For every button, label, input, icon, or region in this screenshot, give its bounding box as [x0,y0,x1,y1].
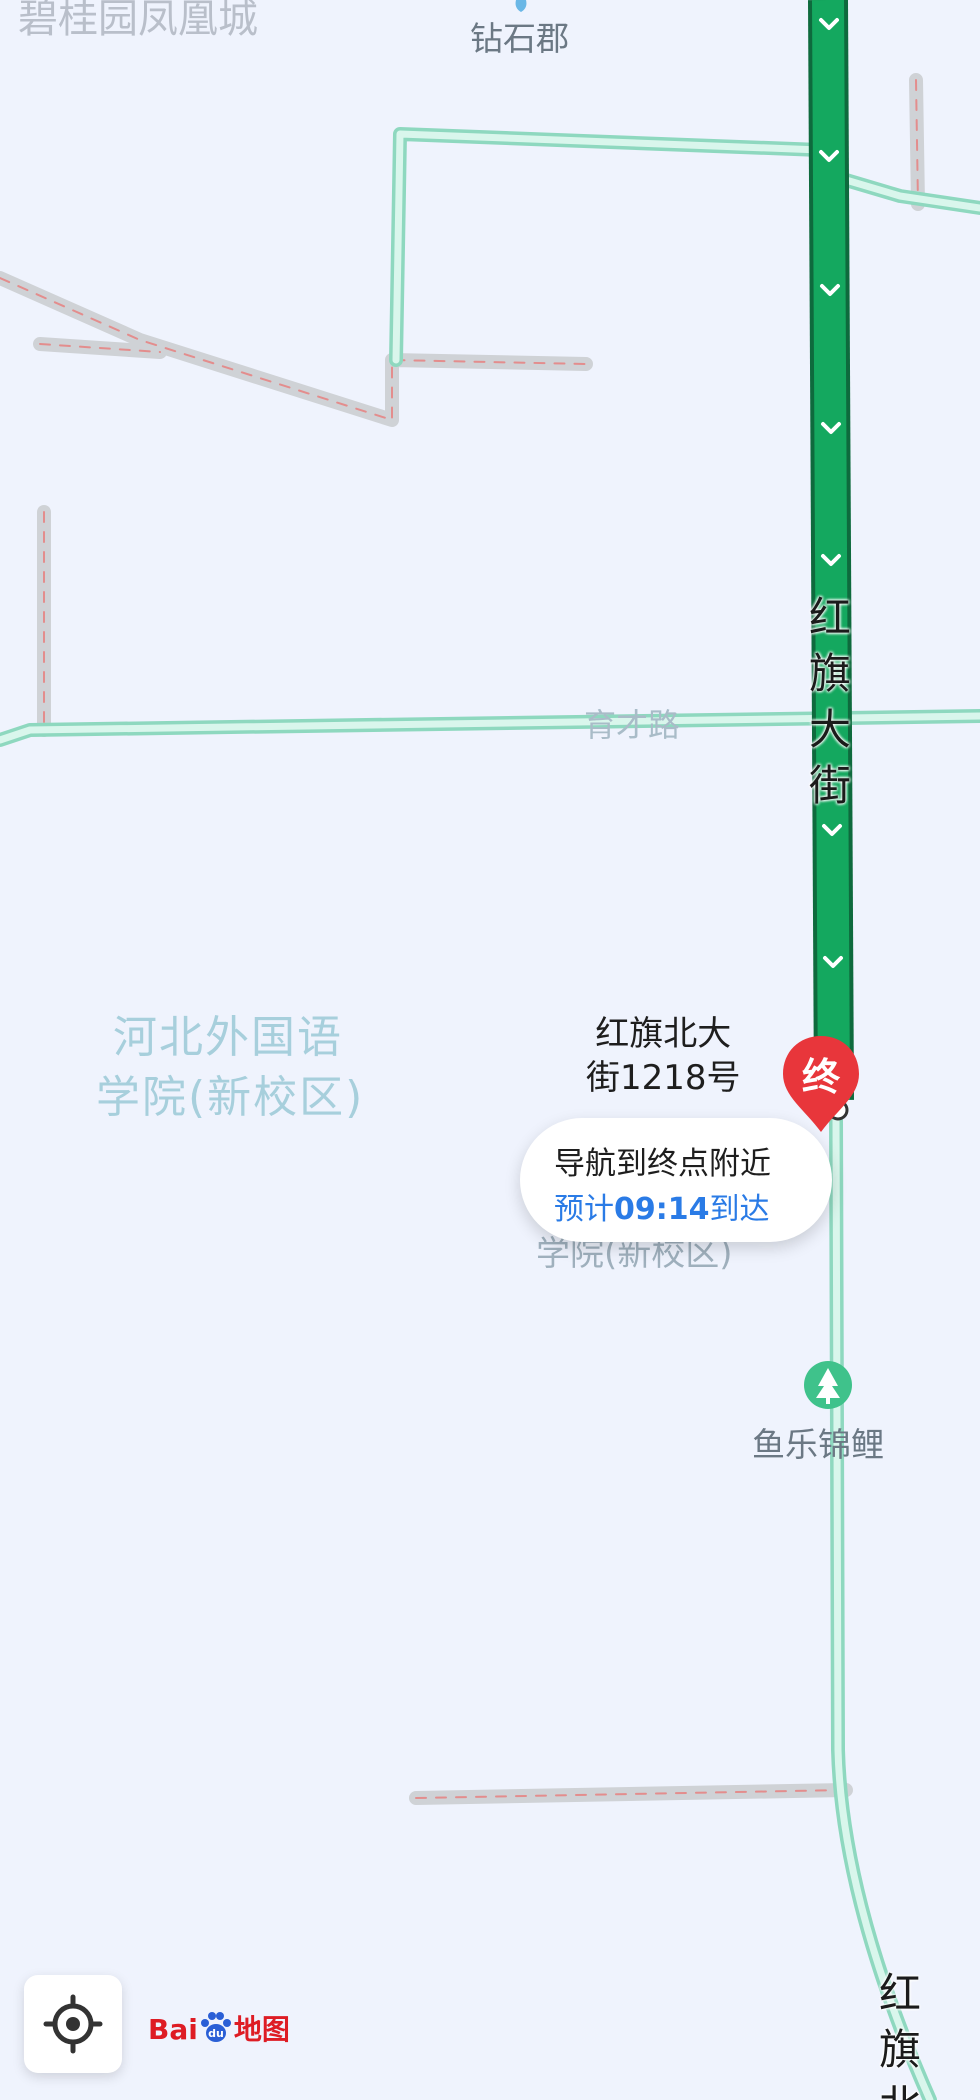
map-view[interactable]: 碧桂园凤凰城 钻石郡 育才路 红 旗 大 街 河北外国语 学院(新校区) 红旗北… [0,0,980,2100]
area-label-college-line2[interactable]: 学院(新校区) [96,1070,364,1126]
road-label-hongqi-bei: 红 旗 北 [878,1969,921,2100]
locate-button[interactable] [24,1975,122,2073]
destination-pin-label: 终 [801,1055,840,1099]
navigation-route [808,0,854,1101]
area-label-college-line1[interactable]: 河北外国语 [113,1010,343,1066]
poi-marker-icon [515,0,527,12]
baidu-paw-icon: du [200,2012,231,2042]
poi-label-yule-jinli[interactable]: 鱼乐锦鲤 [752,1418,884,1466]
target-crosshair-icon [43,1994,103,2054]
tree-icon[interactable] [804,1361,852,1409]
navigation-callout[interactable]: 导航到终点附近 预计09:14到达 [520,1118,832,1242]
road-label-yucai: 育才路 [584,706,681,744]
callout-eta: 预计09:14到达 [554,1192,770,1227]
road-label-hongqi-dajie: 红 旗 大 街 [808,593,851,810]
brand-du-text: du [208,2027,224,2040]
destination-address: 红旗北大 街1218号 [586,1014,741,1098]
area-label-bgy-fenghuangcheng[interactable]: 碧桂园凤凰城 [18,0,258,44]
baidu-map-logo: Bai du 地图 [148,2008,290,2052]
destination-pin[interactable]: 终 [779,1032,863,1136]
poi-label-zuanshijun[interactable]: 钻石郡 [470,12,569,60]
callout-title: 导航到终点附近 [554,1146,771,1182]
